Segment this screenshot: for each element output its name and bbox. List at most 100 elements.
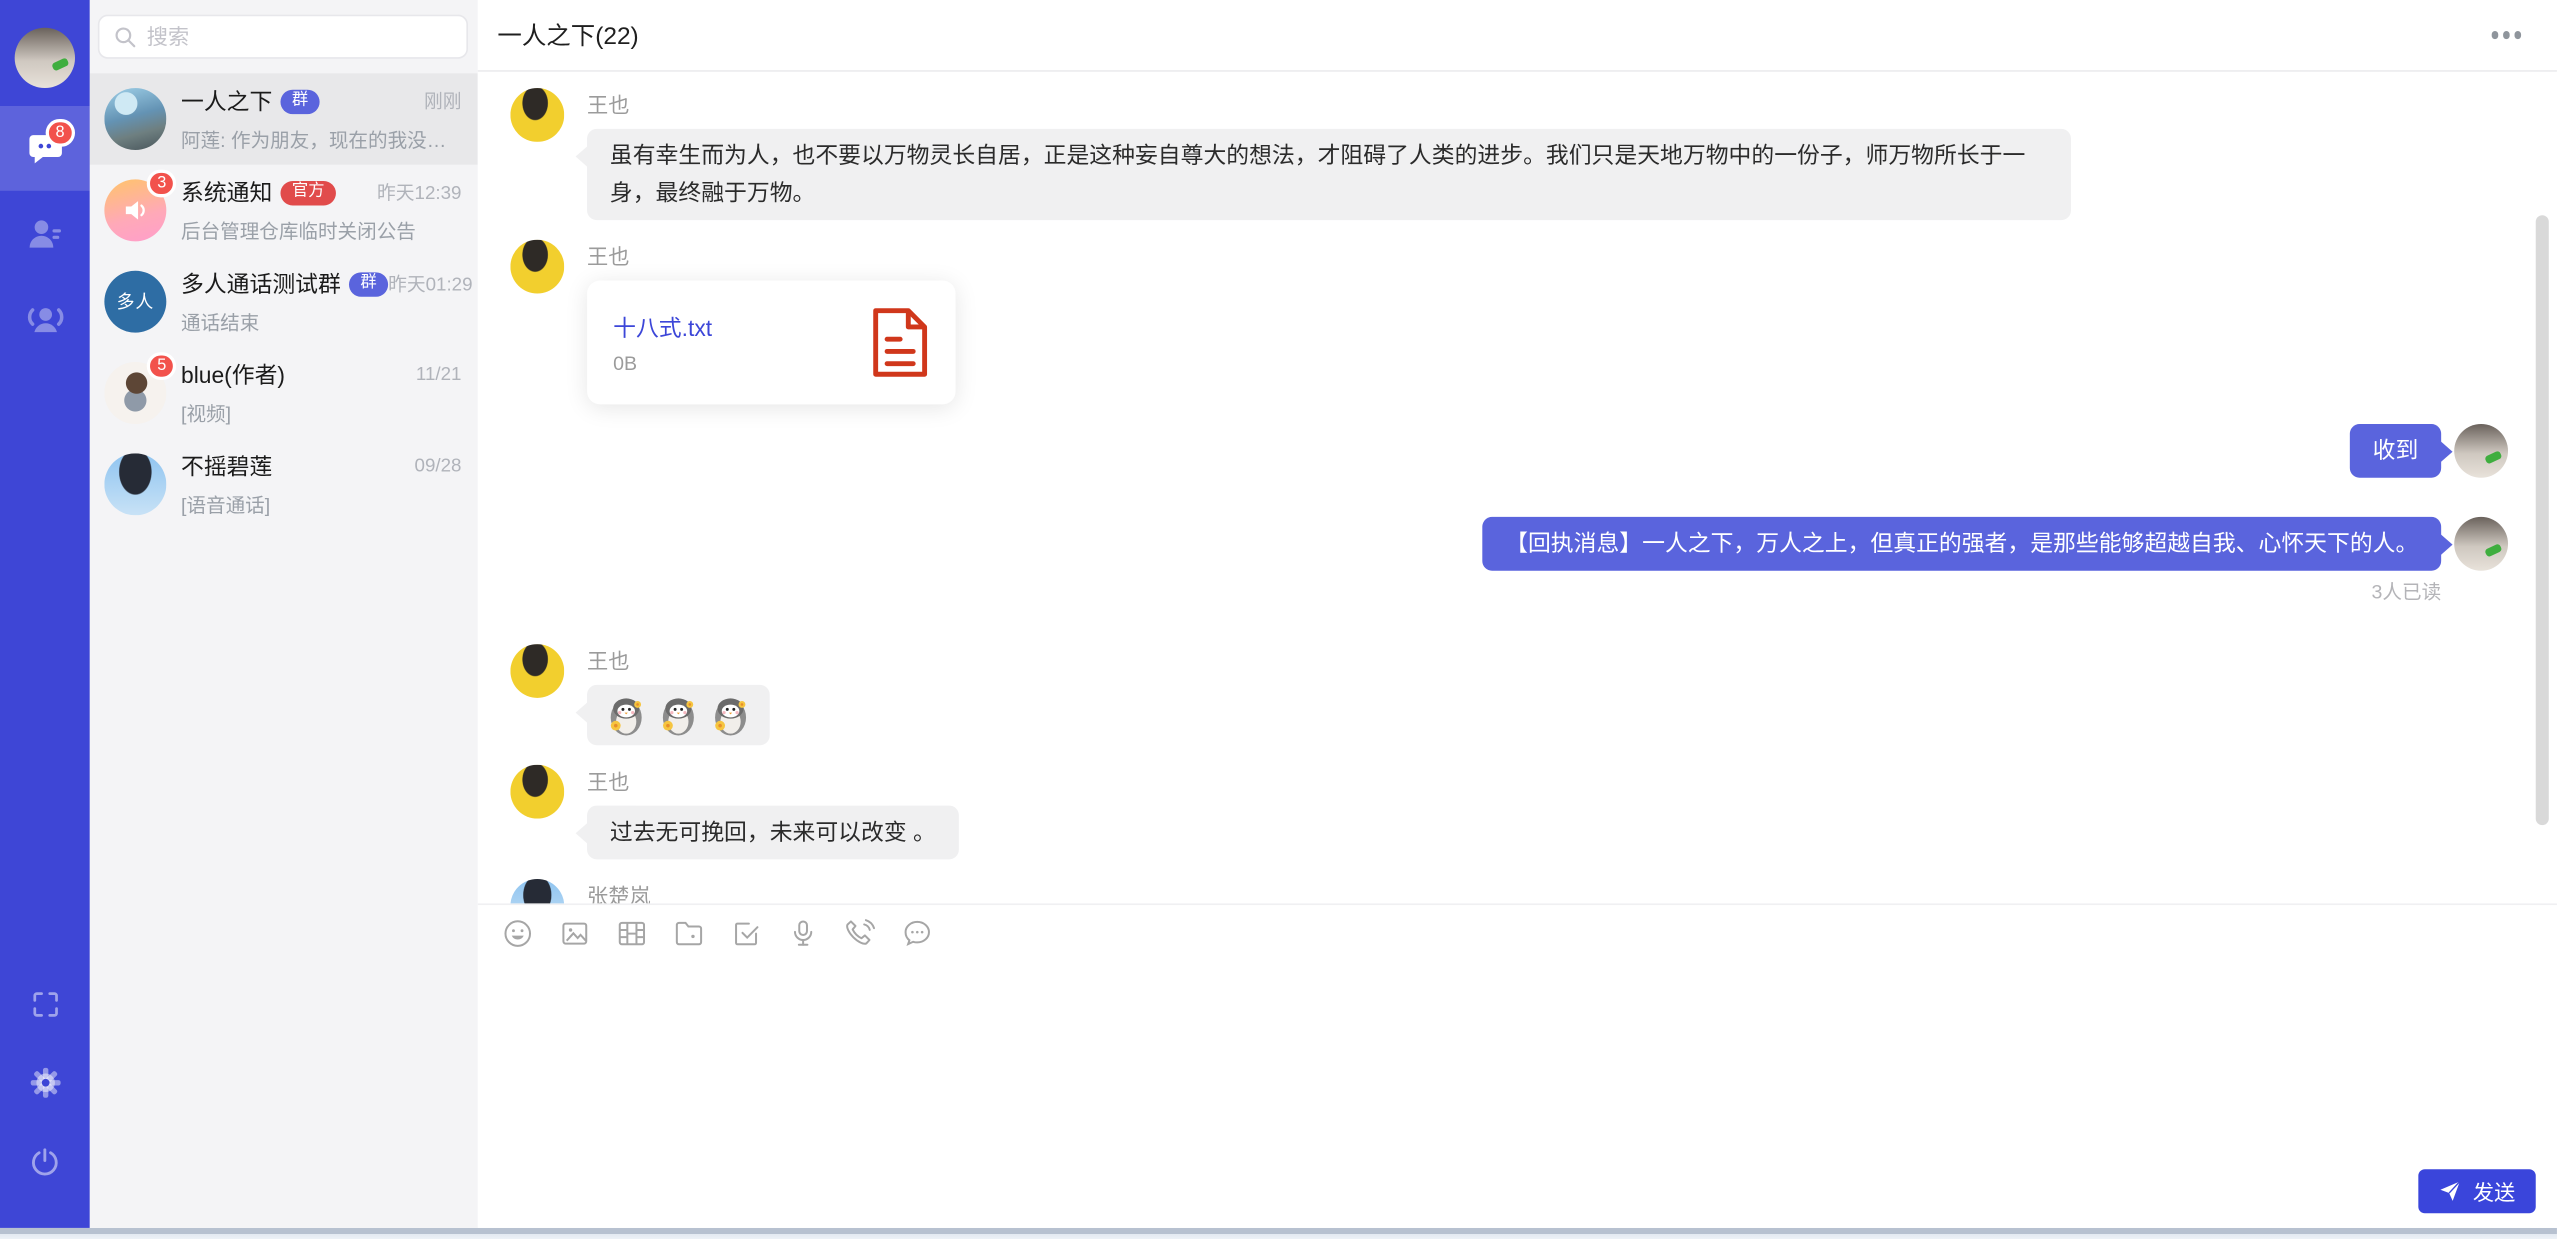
unread-total-badge: 8 (46, 119, 75, 147)
groups-icon (24, 297, 66, 339)
official-badge: 官方 (280, 180, 335, 204)
chat-title: 一人之下(22) (497, 18, 638, 52)
read-status: 3人已读 (2372, 577, 2442, 605)
power-icon (28, 1144, 62, 1178)
unread-count-badge: 5 (147, 352, 176, 380)
sidebar-nav: 8 (0, 106, 90, 360)
conversation-time: 昨天01:29 (388, 271, 472, 297)
conversation-title: 多人通话测试群 (181, 267, 341, 300)
conversation-time: 刚刚 (424, 88, 462, 114)
conversation-time: 11/21 (416, 365, 462, 385)
sidebar-item-contacts[interactable] (0, 191, 90, 276)
conversation-item-buyaobilian[interactable]: 不摇碧莲 09/28 [语音通话] (90, 439, 478, 530)
group-type-badge: 群 (349, 272, 388, 296)
message-bubble[interactable]: 收到 (2350, 424, 2441, 478)
speaker-icon (119, 194, 152, 227)
emoji-icon (500, 916, 534, 950)
user-avatar-image (104, 453, 166, 515)
fullscreen-button[interactable] (27, 987, 63, 1023)
avatar-zhangchulan[interactable] (510, 879, 564, 903)
search-input[interactable] (147, 24, 454, 48)
message-sticker-left: 王也 (510, 644, 2508, 745)
sender-name: 王也 (587, 644, 770, 675)
message-bubble[interactable]: 过去无可挽回，未来可以改变 。 (587, 806, 959, 860)
conversation-avatar: 多人 (104, 271, 166, 333)
penguin-sticker (607, 693, 646, 737)
avatar-self[interactable] (2454, 517, 2508, 571)
video-button[interactable] (613, 915, 649, 951)
search-icon (113, 24, 137, 48)
send-label: 发送 (2473, 1176, 2515, 1207)
app-window: 8 (0, 0, 2557, 1239)
conversation-item-yirenzhixia[interactable]: 一人之下 群 刚刚 阿莲: 作为朋友，现在的我没法... (90, 73, 478, 164)
mic-icon (785, 916, 819, 950)
message-file-left: 王也 十八式.txt 0B (510, 240, 2508, 405)
penguin-sticker (659, 693, 698, 737)
search-box[interactable] (98, 15, 468, 59)
folder-button[interactable] (670, 915, 706, 951)
conversation-item-multicall-group[interactable]: 多人 多人通话测试群 群 昨天01:29 通话结束 (90, 256, 478, 347)
avatar-wangye[interactable] (510, 88, 564, 142)
avatar-wangye[interactable] (510, 644, 564, 698)
avatar-text: 多人 (117, 289, 155, 315)
group-avatar-image: 多人 (104, 271, 166, 333)
avatar-wangye[interactable] (510, 765, 564, 819)
call-icon (842, 916, 876, 950)
conversation-time: 09/28 (415, 457, 462, 477)
conversation-avatar: 5 (104, 362, 166, 424)
chat-header: 一人之下(22) (478, 0, 2557, 72)
power-button[interactable] (27, 1143, 63, 1179)
avatar-self[interactable] (2454, 424, 2508, 478)
sender-name: 王也 (587, 240, 956, 271)
send-button[interactable]: 发送 (2418, 1169, 2535, 1213)
message-bubble[interactable]: 虽有幸生而为人，也不要以万物灵长自居，正是这种妄自尊大的想法，才阻碍了人类的进步… (587, 129, 2071, 220)
conversation-list-panel: 一人之下 群 刚刚 阿莲: 作为朋友，现在的我没法... (90, 0, 478, 1228)
sidebar-item-chats[interactable]: 8 (0, 106, 90, 191)
sidebar-item-groups[interactable] (0, 276, 90, 361)
screenshot-button[interactable] (727, 915, 763, 951)
fullscreen-icon (29, 988, 62, 1021)
message-scrollbar[interactable] (2536, 215, 2549, 825)
sidebar-bottom (27, 987, 63, 1228)
voice-button[interactable] (784, 915, 820, 951)
message-text-right: 收到 (510, 424, 2508, 478)
call-button[interactable] (841, 915, 877, 951)
file-name-link[interactable]: 十八式.txt (613, 311, 871, 344)
conversation-preview: [语音通话] (181, 491, 461, 519)
sender-name: 张楚岚 (587, 879, 1885, 903)
conversation-title: 系统通知 (181, 176, 272, 209)
conversation-item-system-notice[interactable]: 3 系统通知 官方 昨天12:39 后台管理仓库临时关闭公告 (90, 165, 478, 256)
avatar-wangye[interactable] (510, 240, 564, 294)
message-text-right-receipt: 【回执消息】一人之下，万人之上，但真正的强者，是那些能够超越自我、心怀天下的人。… (510, 517, 2508, 605)
message-input-area[interactable] (478, 957, 2557, 1228)
message-text-left: 王也 过去无可挽回，未来可以改变 。 (510, 765, 2508, 860)
history-button[interactable] (899, 915, 935, 951)
conversation-title: 一人之下 (181, 85, 272, 118)
sender-name: 王也 (587, 765, 959, 796)
image-button[interactable] (556, 915, 592, 951)
window-bottom-scrollbar[interactable] (0, 1228, 2557, 1239)
more-menu-icon[interactable] (2484, 25, 2527, 45)
conversation-preview: [视频] (181, 400, 461, 428)
sticker-bubble[interactable] (587, 685, 770, 745)
conversation-title: blue(作者) (181, 359, 285, 392)
user-avatar[interactable] (15, 28, 75, 88)
folder-icon (671, 916, 705, 950)
paper-plane-icon (2439, 1179, 2463, 1203)
image-icon (557, 916, 591, 950)
conversation-avatar: 3 (104, 179, 166, 241)
message-text-left: 王也 虽有幸生而为人，也不要以万物灵长自居，正是这种妄自尊大的想法，才阻碍了人类… (510, 88, 2508, 220)
emoji-button[interactable] (499, 915, 535, 951)
file-message-card[interactable]: 十八式.txt 0B (587, 280, 956, 404)
message-bubble[interactable]: 【回执消息】一人之下，万人之上，但真正的强者，是那些能够超越自我、心怀天下的人。 (1482, 517, 2441, 571)
chat-panel: 一人之下(22) 王也 虽有幸生而为人，也不要以万物灵长自居，正是这种妄自尊大的… (478, 0, 2557, 1228)
file-size: 0B (613, 351, 871, 374)
settings-button[interactable] (27, 1065, 63, 1101)
contacts-icon (24, 213, 65, 254)
conversation-preview: 通话结束 (181, 308, 461, 336)
conversation-item-blue[interactable]: 5 blue(作者) 11/21 [视频] (90, 347, 478, 438)
message-list: 王也 虽有幸生而为人，也不要以万物灵长自居，正是这种妄自尊大的想法，才阻碍了人类… (478, 72, 2557, 904)
screenshot-check-icon (728, 916, 762, 950)
conversation-title: 不摇碧莲 (181, 450, 272, 483)
conversation-preview: 阿莲: 作为朋友，现在的我没法... (181, 126, 461, 154)
